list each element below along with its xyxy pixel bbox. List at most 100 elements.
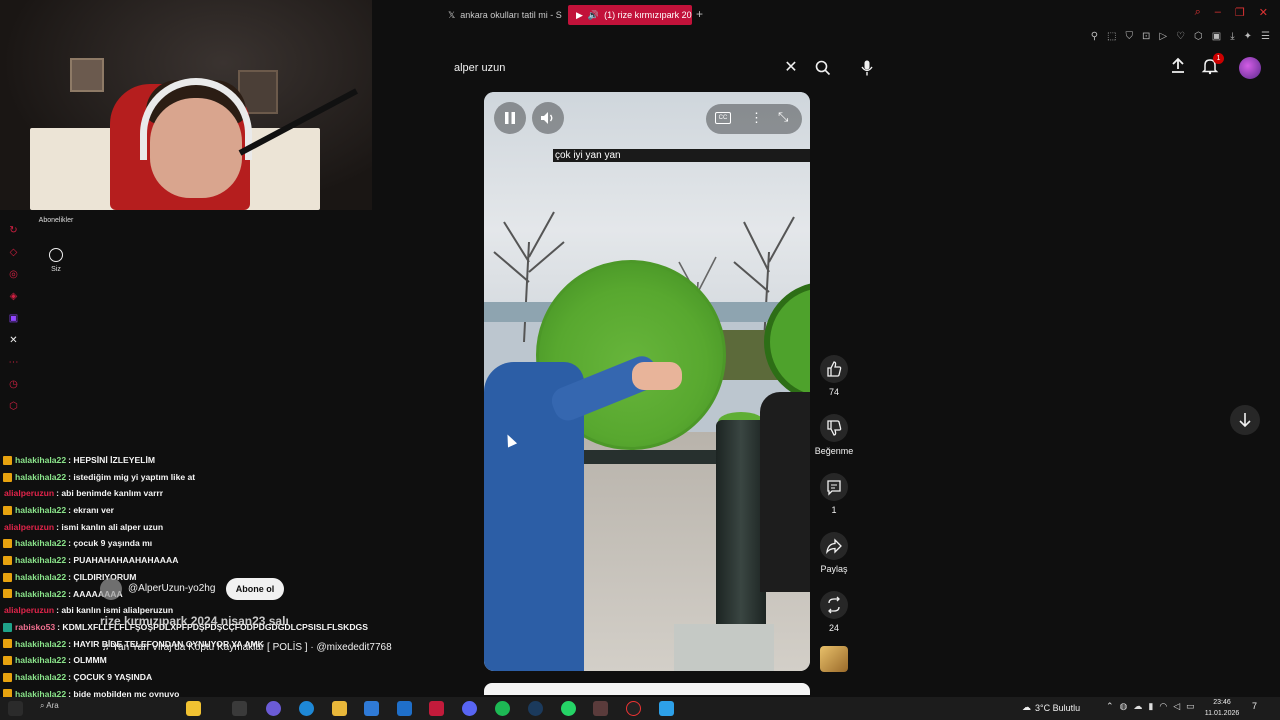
- chat-username[interactable]: halakihala22: [15, 502, 66, 519]
- whatsapp-icon[interactable]: [561, 701, 576, 716]
- copilot-icon[interactable]: [266, 701, 281, 716]
- search-button[interactable]: [812, 55, 834, 81]
- create-button[interactable]: [1169, 57, 1189, 77]
- notifications-button[interactable]: 1: [1201, 53, 1224, 77]
- play-icon[interactable]: ▷: [1159, 31, 1167, 42]
- clock-icon[interactable]: ◷: [8, 379, 19, 390]
- heart-icon[interactable]: ♡: [1176, 31, 1185, 42]
- chevron-up-icon[interactable]: ⌃: [1106, 701, 1114, 712]
- taskbar-search[interactable]: ⌕ Ara: [40, 701, 59, 711]
- channel-avatar[interactable]: [100, 578, 122, 600]
- volume-tray-icon[interactable]: ◁: [1173, 701, 1180, 712]
- youtube-guide: Abonelikler Siz: [36, 205, 76, 273]
- dots-icon[interactable]: ⋯: [8, 357, 19, 368]
- bookmark-icon[interactable]: ⊡: [1142, 31, 1150, 42]
- next-short-button[interactable]: [1230, 405, 1260, 435]
- wifi-icon[interactable]: ◠: [1159, 701, 1167, 712]
- chat-username[interactable]: halakihala22: [15, 452, 66, 469]
- remix-button[interactable]: [820, 591, 848, 619]
- chat-username[interactable]: halakihala22: [15, 652, 66, 669]
- close-window-button[interactable]: ✕: [1259, 6, 1268, 19]
- file-explorer-icon[interactable]: [332, 701, 347, 716]
- wallet-icon[interactable]: ▣: [1212, 31, 1221, 42]
- network-icon[interactable]: ◍: [1120, 701, 1128, 712]
- more-options-icon[interactable]: ⋮: [750, 110, 763, 126]
- instagram-icon[interactable]: ◎: [8, 269, 19, 280]
- chat-username[interactable]: halakihala22: [15, 469, 66, 486]
- taskbar-clock[interactable]: 23:46 11.01.2026: [1200, 697, 1244, 719]
- mail-icon[interactable]: [397, 701, 412, 716]
- refresh-icon[interactable]: ↻: [8, 225, 19, 236]
- windows-start-icon[interactable]: [8, 701, 23, 716]
- you-link[interactable]: Siz: [36, 266, 76, 273]
- task-view-icon[interactable]: [232, 701, 247, 716]
- chat-username[interactable]: alialperuzun: [4, 485, 54, 502]
- account-avatar[interactable]: [1239, 57, 1261, 79]
- twitch-icon[interactable]: ▣: [8, 313, 19, 324]
- chat-username[interactable]: rabisko53: [15, 619, 55, 636]
- tab-search[interactable]: 𝕏 ankara okulları tatil mi - Se: [440, 5, 562, 25]
- messenger-icon[interactable]: ◈: [8, 291, 19, 302]
- chat-username[interactable]: halakihala22: [15, 586, 66, 603]
- subscriptions-link[interactable]: Abonelikler: [36, 217, 76, 224]
- battery-icon[interactable]: ▭: [1186, 701, 1195, 712]
- tab-youtube[interactable]: ▶ 🔊 (1) rize kırmızıpark 202: [568, 5, 692, 25]
- chat-username[interactable]: alialperuzun: [4, 602, 54, 619]
- dislike-button[interactable]: [820, 414, 848, 442]
- clear-search-button[interactable]: ✕: [782, 59, 800, 77]
- pin-icon[interactable]: ⚲: [1091, 31, 1098, 42]
- chat-username[interactable]: halakihala22: [15, 535, 66, 552]
- bag-icon[interactable]: ◇: [8, 247, 19, 258]
- restore-button[interactable]: ❐: [1235, 6, 1245, 19]
- cloud-sync-icon[interactable]: ☁: [1133, 701, 1142, 712]
- user-icon[interactable]: [49, 248, 63, 262]
- cube-icon[interactable]: ⬡: [1194, 31, 1203, 42]
- store-icon[interactable]: [364, 701, 379, 716]
- shield-icon[interactable]: ⛉: [1125, 31, 1133, 42]
- chat-username[interactable]: halakihala22: [15, 636, 66, 653]
- short-video-player[interactable]: CC ⋮ ⤡ çok iyi yan yan: [484, 92, 810, 671]
- screenshot-icon[interactable]: ⬚: [1107, 31, 1116, 42]
- next-short-preview[interactable]: [484, 683, 810, 695]
- voice-search-button[interactable]: [856, 55, 878, 81]
- widget-icon[interactable]: [186, 701, 201, 716]
- chat-username[interactable]: halakihala22: [15, 552, 66, 569]
- volume-button[interactable]: [532, 102, 564, 134]
- like-button[interactable]: [820, 355, 848, 383]
- steam-icon[interactable]: [528, 701, 543, 716]
- edge-icon[interactable]: [299, 701, 314, 716]
- pause-button[interactable]: [494, 102, 526, 134]
- channel-handle[interactable]: @AlperUzun-yo2hg: [128, 583, 215, 594]
- new-tab-button[interactable]: +: [696, 7, 703, 21]
- comments-button[interactable]: [820, 473, 848, 501]
- menu-icon[interactable]: ☰: [1261, 31, 1270, 42]
- spotify-icon[interactable]: [495, 701, 510, 716]
- music-line[interactable]: ♫ Yan Yan Viraj da Koptu Kaymaklar [ POL…: [102, 642, 392, 653]
- box-icon[interactable]: ⬡: [8, 401, 19, 412]
- ai-icon[interactable]: ✦: [1244, 31, 1252, 42]
- weather-widget[interactable]: ☁ 3°C Bulutlu: [1022, 702, 1080, 713]
- captions-icon[interactable]: CC: [715, 112, 731, 124]
- notification-center-badge[interactable]: 7: [1252, 701, 1257, 711]
- chat-text: : OLMMM: [68, 655, 107, 666]
- chat-username[interactable]: halakihala22: [15, 669, 66, 686]
- opera-gx-icon[interactable]: [429, 701, 444, 716]
- browser-sidebar: ↻ ◇ ◎ ◈ ▣ ✕ ⋯ ◷ ⬡: [8, 225, 26, 412]
- download-icon[interactable]: ⤓: [1230, 31, 1234, 42]
- subscribe-button[interactable]: Abone ol: [226, 578, 284, 600]
- share-button[interactable]: [820, 532, 848, 560]
- minimize-button[interactable]: –: [1215, 6, 1221, 19]
- obs-icon[interactable]: [626, 701, 641, 716]
- app-icon[interactable]: [593, 701, 608, 716]
- mic-tray-icon[interactable]: ▮: [1148, 701, 1153, 712]
- search-tabs-icon[interactable]: ⌕: [1195, 6, 1201, 19]
- fullscreen-icon[interactable]: ⤡: [778, 109, 788, 125]
- x-icon[interactable]: ✕: [8, 335, 19, 346]
- chat-username[interactable]: halakihala22: [15, 569, 66, 586]
- search-box[interactable]: alper uzun ✕: [442, 55, 806, 81]
- discord-icon[interactable]: [462, 701, 477, 716]
- search-input[interactable]: alper uzun: [442, 62, 806, 74]
- chat-username[interactable]: alialperuzun: [4, 519, 54, 536]
- sound-thumbnail[interactable]: [820, 646, 848, 672]
- shield-app-icon[interactable]: [659, 701, 674, 716]
